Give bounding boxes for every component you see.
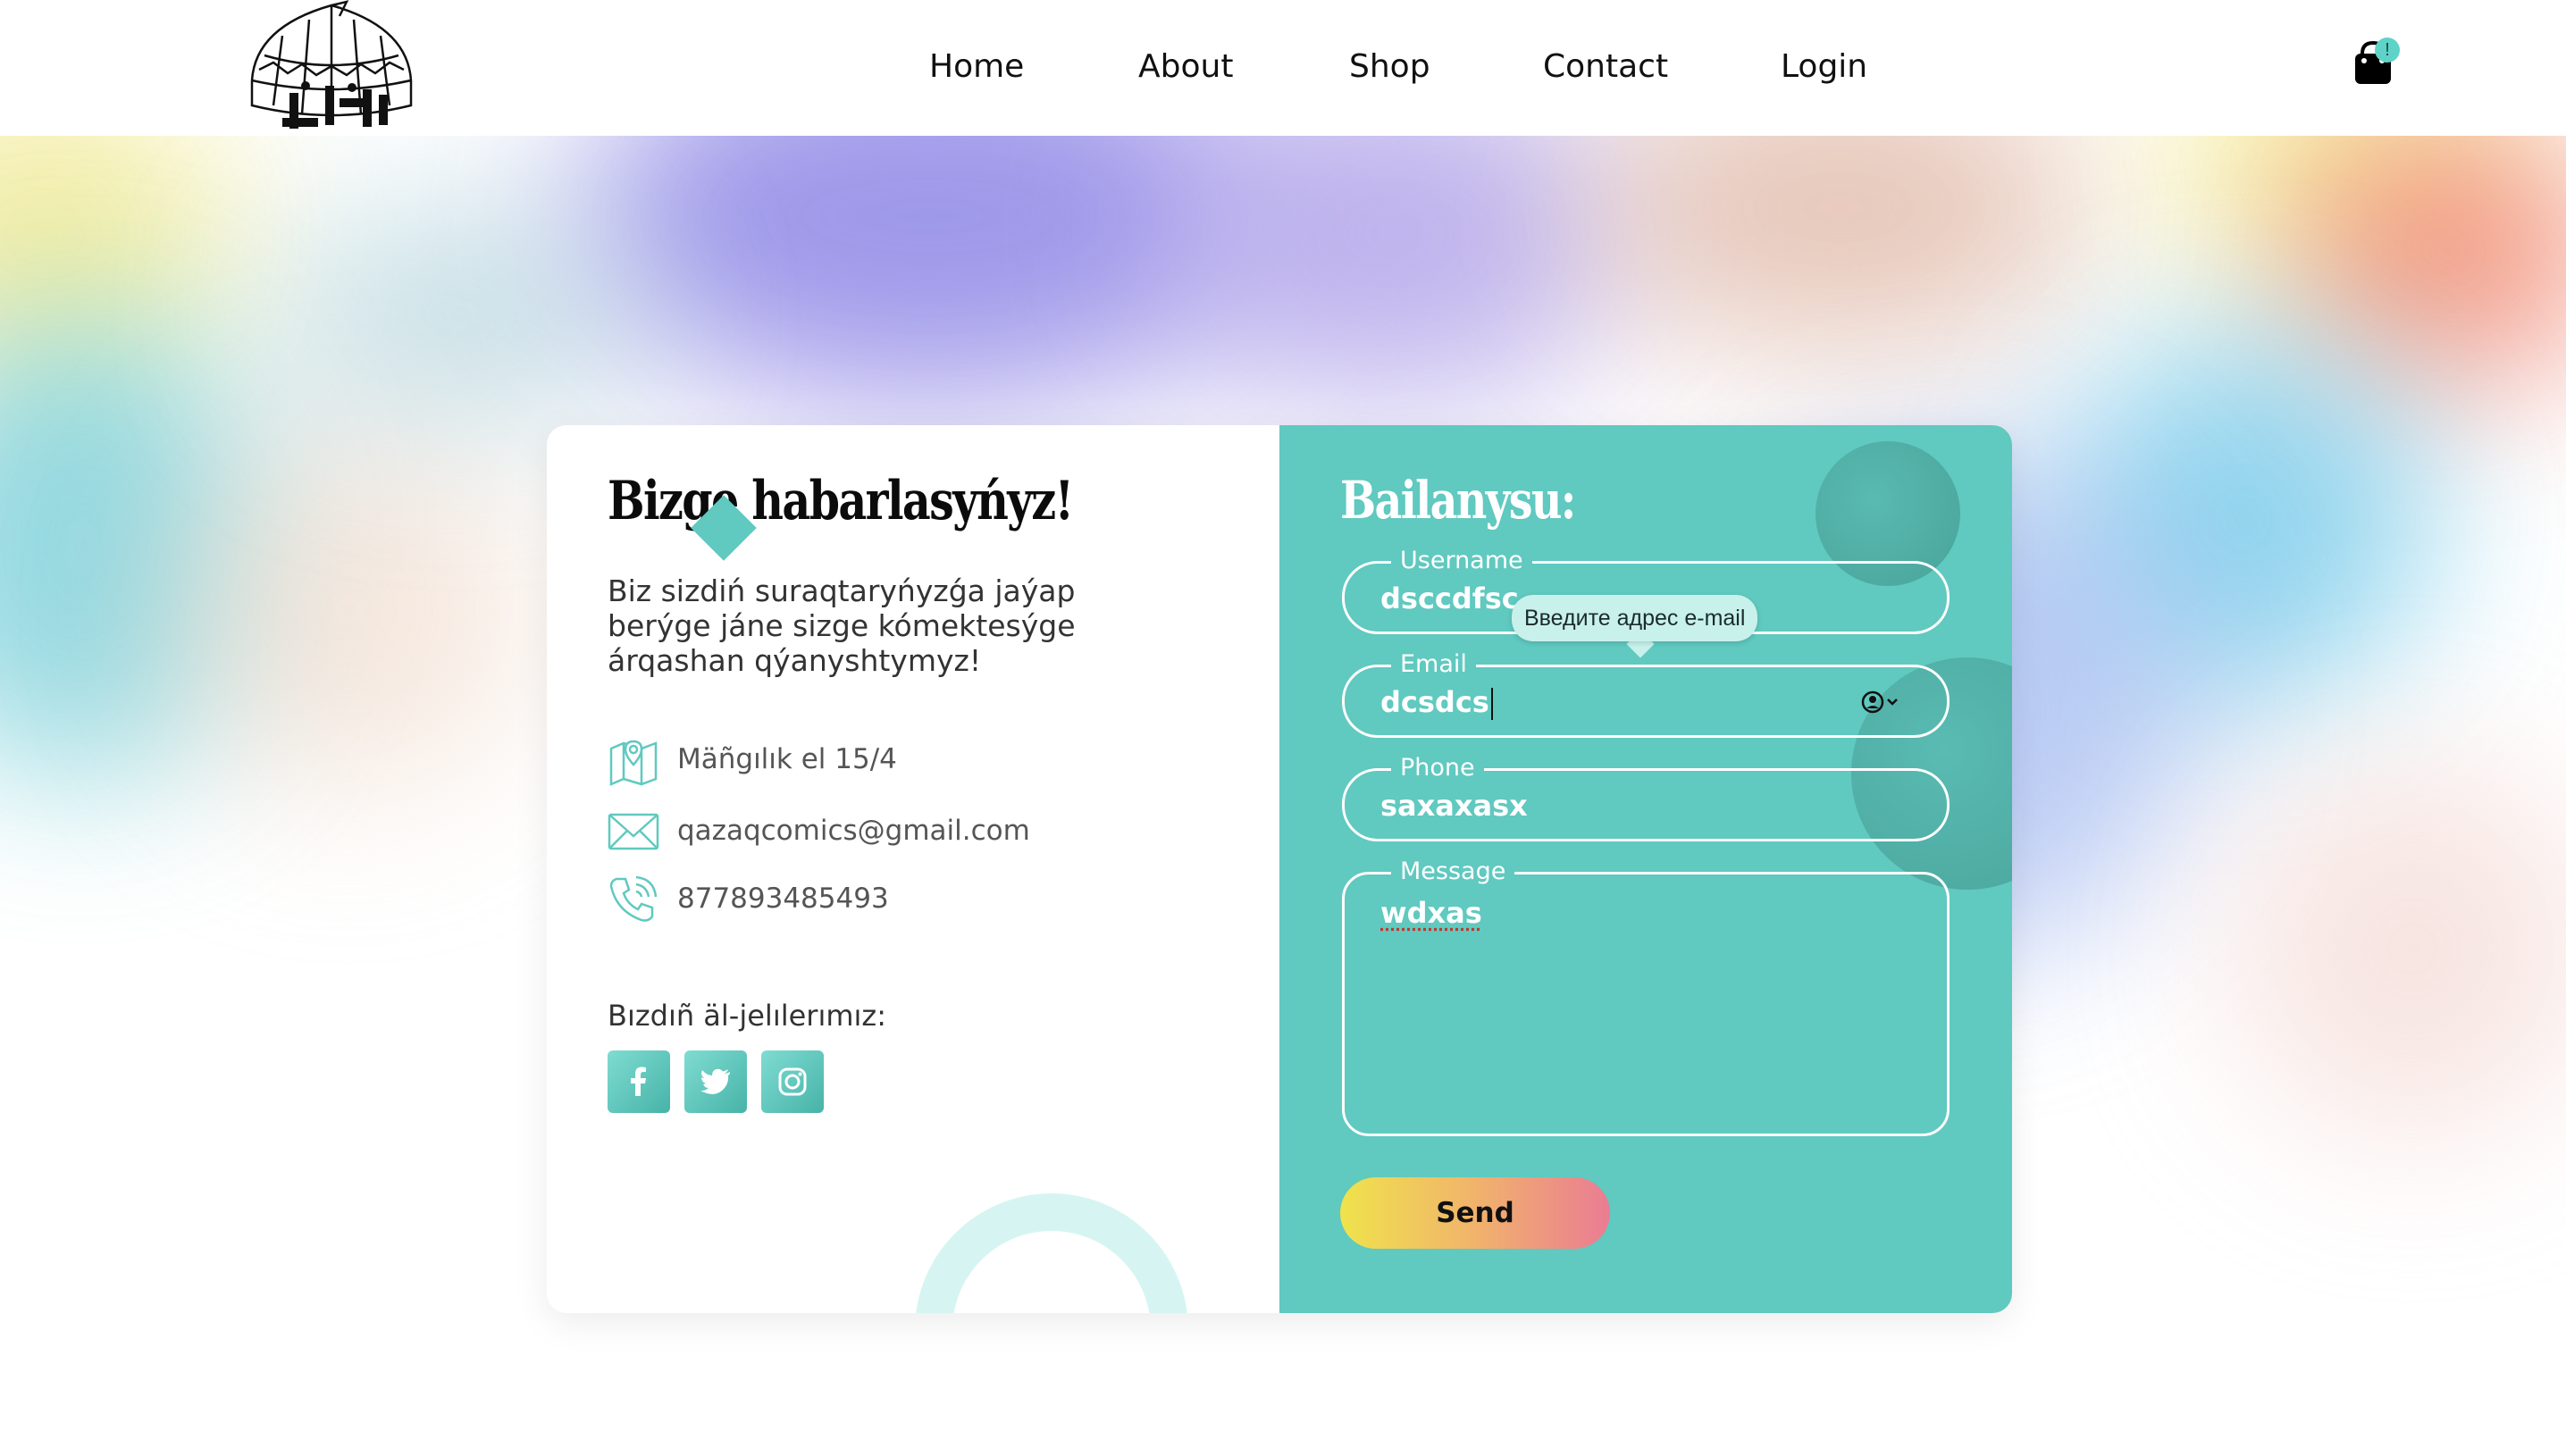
- map-pin-icon: [609, 740, 658, 786]
- decorative-ring: [915, 1193, 1188, 1313]
- send-button[interactable]: Send: [1340, 1177, 1610, 1249]
- instagram-icon: [778, 1067, 807, 1096]
- nav-contact[interactable]: Contact: [1543, 36, 1668, 98]
- main-nav: Home About Shop Contact Login: [0, 36, 2566, 98]
- message-value: wdxas: [1380, 896, 1482, 930]
- facebook-button[interactable]: [608, 1050, 670, 1113]
- phone-text[interactable]: 877893485493: [677, 883, 889, 915]
- address-text: Mäñgılık el 15/4: [677, 743, 897, 775]
- username-value: dsccdfsc: [1380, 582, 1519, 615]
- contact-info-panel: Bizge habarlasyńyz! Biz sizdiń suraqtary…: [547, 425, 1279, 1313]
- message-field[interactable]: Message wdxas: [1342, 858, 1950, 1136]
- phone-field[interactable]: Phone saxaxasx: [1342, 755, 1950, 841]
- bg-blob: [268, 207, 643, 422]
- envelope-icon: [608, 813, 659, 850]
- bg-blob: [2287, 136, 2566, 386]
- phone-value: saxaxasx: [1380, 789, 1528, 823]
- twitter-icon: [700, 1068, 730, 1094]
- bg-blob: [1590, 136, 2091, 350]
- nav-home[interactable]: Home: [929, 36, 1024, 98]
- bg-blob: [2234, 761, 2566, 1136]
- site-header: Home About Shop Contact Login !: [0, 0, 2566, 136]
- email-label: Email: [1391, 651, 1476, 678]
- username-label: Username: [1391, 548, 1532, 574]
- email-text[interactable]: qazaqcomics@gmail.com: [677, 815, 1030, 847]
- nav-login[interactable]: Login: [1781, 36, 1867, 98]
- bg-blob: [1161, 136, 1626, 404]
- contact-form-panel: Bailanysu: Username dsccdfsc Email dcsdc…: [1279, 425, 2012, 1313]
- phone-icon: [609, 875, 658, 922]
- twitter-button[interactable]: [684, 1050, 747, 1113]
- contact-card: Bizge habarlasyńyz! Biz sizdiń suraqtary…: [547, 425, 2012, 1313]
- instagram-button[interactable]: [761, 1050, 824, 1113]
- autofill-contact-icon[interactable]: [1859, 687, 1904, 717]
- social-title: Bızdıñ äl-jelılerımız:: [608, 999, 886, 1033]
- form-title: Bailanysu:: [1340, 470, 1576, 531]
- nav-shop[interactable]: Shop: [1349, 36, 1430, 98]
- nav-about[interactable]: About: [1138, 36, 1233, 98]
- email-field[interactable]: Email dcsdcs: [1342, 651, 1950, 738]
- email-value-text: dcsdcs: [1380, 685, 1489, 719]
- phone-label: Phone: [1391, 755, 1484, 782]
- email-value: dcsdcs: [1380, 685, 1493, 720]
- contact-intro: Biz sizdiń suraqtaryńyzǵa jaýap berýge j…: [608, 573, 1076, 678]
- bg-blob: [161, 422, 536, 797]
- facebook-icon: [631, 1067, 646, 1096]
- phone-row: 877893485493: [608, 874, 1179, 927]
- email-row: qazaqcomics@gmail.com: [608, 806, 1179, 859]
- address-row: Mäñgılık el 15/4: [608, 734, 1179, 788]
- contact-title: Bizge habarlasyńyz!: [608, 470, 1074, 532]
- cart-badge: !: [2375, 38, 2400, 63]
- text-caret: [1490, 688, 1493, 720]
- validation-tooltip: Введите адрес e-mail: [1512, 595, 1758, 641]
- message-label: Message: [1391, 858, 1515, 885]
